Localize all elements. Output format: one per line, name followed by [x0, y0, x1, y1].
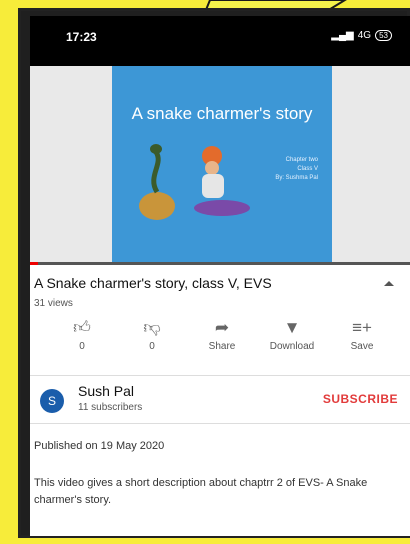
dislike-count: 0: [149, 341, 155, 352]
video-thumbnail-slide: A snake charmer's story Chapter two Clas…: [112, 66, 332, 262]
video-description: This video gives a short description abo…: [34, 477, 368, 506]
collapse-chevron-icon[interactable]: [384, 281, 394, 286]
network-type: 4G: [357, 30, 372, 41]
dislike-button[interactable]: 👎︎ 0: [122, 315, 182, 352]
view-count: 31 views: [34, 298, 73, 309]
phone-screen: 17:23 ▂▄▆ 4G 53 A snake charmer's story …: [30, 16, 410, 536]
battery-icon: 53: [375, 30, 392, 41]
published-date: Published on 19 May 2020: [34, 440, 165, 452]
channel-avatar[interactable]: S: [40, 389, 64, 413]
like-count: 0: [79, 341, 85, 352]
signal-icon: ▂▄▆: [331, 30, 354, 41]
share-button[interactable]: ➦ Share: [192, 315, 252, 352]
share-icon: ➦: [214, 318, 230, 337]
status-bar: 17:23 ▂▄▆ 4G 53: [30, 16, 410, 64]
save-button[interactable]: ≡+ Save: [332, 315, 392, 352]
divider: [30, 375, 410, 376]
thumb-up-icon: 👍︎: [73, 318, 91, 337]
subscribe-button[interactable]: SUBSCRIBE: [323, 392, 398, 406]
channel-name[interactable]: Sush Pal: [78, 383, 134, 399]
save-label: Save: [350, 341, 374, 352]
snake-charmer-illustration: [139, 144, 250, 220]
video-title: A Snake charmer's story, class V, EVS: [34, 275, 272, 291]
video-details-panel: A Snake charmer's story, class V, EVS 31…: [30, 265, 410, 536]
status-time: 17:23: [66, 30, 97, 44]
thumb-down-icon: 👎︎: [143, 318, 161, 337]
download-icon: ▼: [283, 318, 301, 337]
save-playlist-icon: ≡+: [352, 318, 372, 337]
download-label: Download: [269, 341, 315, 352]
network-indicator: ▂▄▆ 4G 53: [331, 30, 392, 41]
like-button[interactable]: 👍︎ 0: [52, 315, 112, 352]
subscriber-count: 11 subscribers: [78, 402, 143, 413]
video-player[interactable]: A snake charmer's story Chapter two Clas…: [30, 66, 410, 262]
download-button[interactable]: ▼ Download: [262, 315, 322, 352]
divider: [30, 423, 410, 424]
share-label: Share: [208, 341, 236, 352]
action-bar: 👍︎ 0 👎︎ 0 ➦ Share ▼ Download ≡+ Save: [30, 315, 410, 365]
